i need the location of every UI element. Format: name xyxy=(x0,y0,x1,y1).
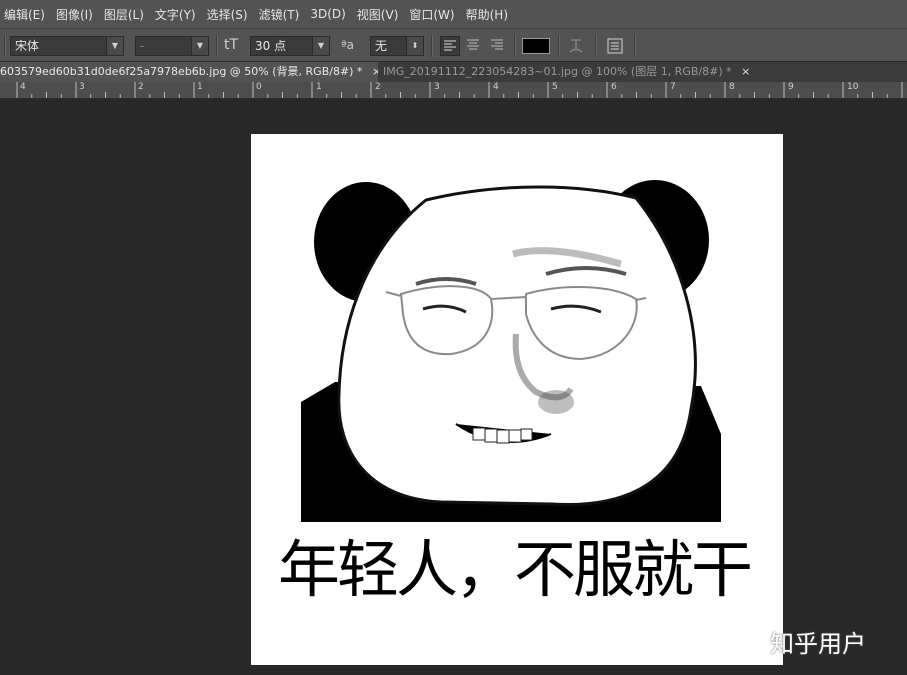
font-size-icon: tT xyxy=(224,37,239,53)
horizontal-ruler[interactable]: 4 3 2 1 0 1 2 3 4 5 6 7 8 9 10 xyxy=(0,82,907,99)
align-right-icon xyxy=(491,39,503,50)
ruler-label: 10 xyxy=(847,82,859,92)
zhihu-watermark: 知乎用户 xyxy=(770,630,866,658)
divider xyxy=(431,35,433,57)
menu-image[interactable]: 图像(I) xyxy=(52,6,100,23)
font-style-select[interactable]: - ▼ xyxy=(135,36,209,56)
anti-alias-icon: ªa xyxy=(341,38,355,52)
ruler-label: 2 xyxy=(138,82,144,92)
chevron-down-icon: ▼ xyxy=(191,37,208,55)
tab-label: 603579ed60b31d0de6f25a7978eb6b.jpg @ 50%… xyxy=(0,65,363,78)
ruler-label: 6 xyxy=(611,82,617,92)
ruler-label: 8 xyxy=(729,82,735,92)
font-style-value: - xyxy=(140,39,145,53)
menu-3d[interactable]: 3D(D) xyxy=(306,7,352,21)
ruler-label: 7 xyxy=(670,82,676,92)
font-family-select[interactable]: 宋体 ▼ xyxy=(10,36,124,56)
tab-document-1[interactable]: 603579ed60b31d0de6f25a7978eb6b.jpg @ 50%… xyxy=(0,62,378,82)
ruler-label: 9 xyxy=(788,82,794,92)
ruler-label: 2 xyxy=(375,82,381,92)
divider xyxy=(634,35,636,57)
divider xyxy=(595,35,597,57)
ruler-ticks xyxy=(16,82,903,98)
anti-alias-select[interactable]: 无 ⬍ xyxy=(370,36,424,56)
chevron-down-icon: ▼ xyxy=(106,37,123,55)
menu-help[interactable]: 帮助(H) xyxy=(462,6,515,23)
divider xyxy=(216,35,218,57)
align-center-button[interactable] xyxy=(464,36,484,56)
ruler-label: 5 xyxy=(552,82,558,92)
menu-bar: 编辑(E) 图像(I) 图层(L) 文字(Y) 选择(S) 滤镜(T) 3D(D… xyxy=(0,0,907,28)
menu-select[interactable]: 选择(S) xyxy=(203,6,255,23)
ruler-label: 1 xyxy=(316,82,322,92)
options-bar: 宋体 ▼ - ▼ tT 30 点 ▼ ªa 无 ⬍ xyxy=(0,28,907,62)
chevron-down-icon: ▼ xyxy=(312,37,329,55)
ruler-label: 0 xyxy=(256,82,262,92)
meme-caption: 年轻人，不服就干 xyxy=(278,533,753,606)
menu-layer[interactable]: 图层(L) xyxy=(100,6,151,23)
ruler-label: 3 xyxy=(79,82,85,92)
tab-document-2[interactable]: IMG_20191112_223054283~01.jpg @ 100% (图层… xyxy=(383,62,749,82)
close-icon[interactable]: × xyxy=(372,65,378,78)
ruler-label: 3 xyxy=(434,82,440,92)
font-size-value: 30 点 xyxy=(255,39,287,53)
ruler-label: 4 xyxy=(493,82,499,92)
close-icon[interactable]: × xyxy=(741,65,749,78)
divider xyxy=(514,35,516,57)
font-family-value: 宋体 xyxy=(15,39,40,53)
document-tab-bar: 603579ed60b31d0de6f25a7978eb6b.jpg @ 50%… xyxy=(0,62,907,82)
font-size-select[interactable]: 30 点 ▼ xyxy=(250,36,330,56)
align-left-icon xyxy=(444,40,456,51)
align-right-button[interactable] xyxy=(488,36,508,56)
text-color-swatch[interactable] xyxy=(522,38,550,54)
document-canvas[interactable]: 年轻人，不服就干 xyxy=(251,134,783,665)
panel-icon xyxy=(607,38,623,54)
menu-view[interactable]: 视图(V) xyxy=(353,6,406,23)
menu-edit[interactable]: 编辑(E) xyxy=(0,6,52,23)
align-center-icon xyxy=(467,39,479,50)
stepper-icon: ⬍ xyxy=(406,37,423,55)
align-left-button[interactable] xyxy=(440,36,460,56)
menu-window[interactable]: 窗口(W) xyxy=(405,6,461,23)
panda-meme-image xyxy=(301,180,721,522)
menu-type[interactable]: 文字(Y) xyxy=(151,6,203,23)
divider xyxy=(4,35,6,57)
character-panel-button[interactable] xyxy=(605,36,625,56)
ruler-label: 4 xyxy=(20,82,26,92)
warp-text-icon xyxy=(569,39,583,53)
anti-alias-value: 无 xyxy=(375,39,388,53)
warp-text-button[interactable] xyxy=(566,35,586,57)
menu-filter[interactable]: 滤镜(T) xyxy=(255,6,307,23)
ruler-label: 1 xyxy=(197,82,203,92)
divider xyxy=(558,35,560,57)
tab-label: IMG_20191112_223054283~01.jpg @ 100% (图层… xyxy=(383,65,732,78)
